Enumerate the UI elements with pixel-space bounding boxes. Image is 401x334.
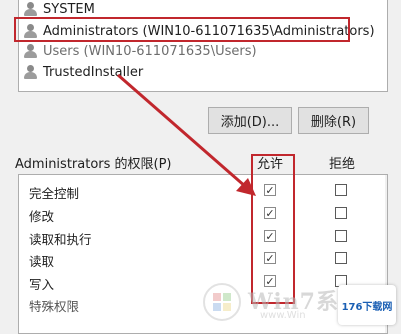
win7-watermark: Win7系 www.Win [200, 280, 338, 325]
site-badge: 176下载网 [338, 285, 396, 325]
watermark-url: www.Win [260, 310, 306, 321]
windows-logo-icon [203, 283, 241, 321]
